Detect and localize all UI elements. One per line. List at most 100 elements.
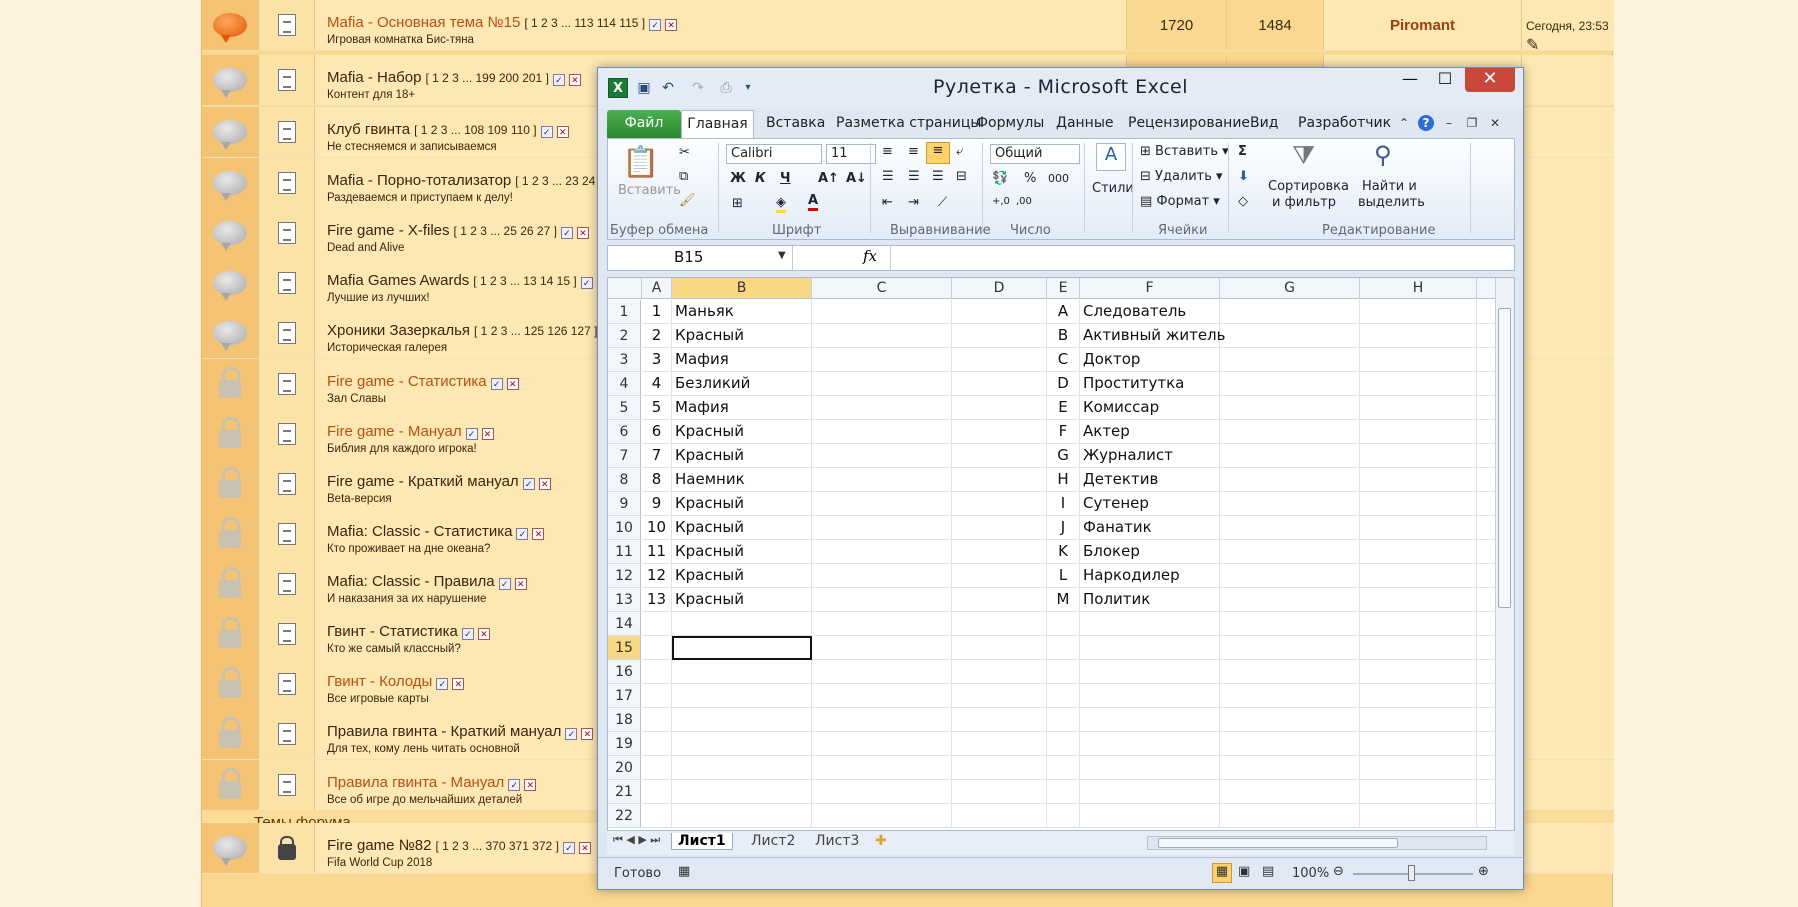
cell[interactable] [952, 468, 1047, 492]
row-header[interactable]: 14 [608, 612, 641, 636]
close-icon[interactable]: ✕ [524, 779, 537, 791]
cell[interactable] [1360, 420, 1477, 444]
number-format-combo[interactable]: Общий [990, 144, 1080, 164]
cell[interactable] [642, 684, 672, 708]
check-icon[interactable]: ✓ [465, 428, 478, 440]
cell[interactable] [1360, 660, 1477, 684]
cell[interactable] [1360, 756, 1477, 780]
cell[interactable] [812, 804, 952, 828]
topic-row[interactable]: Mafia - Основная тема №15 [ 1 2 3 ... 113… [202, 0, 1614, 91]
doc-minimize-button[interactable]: – [1441, 115, 1457, 131]
cell[interactable]: Красный [672, 324, 812, 348]
cell[interactable]: 10 [642, 516, 672, 540]
percent-button[interactable]: % [1024, 171, 1036, 186]
cell[interactable] [642, 612, 672, 636]
cell[interactable] [1360, 780, 1477, 804]
align-bottom-icon[interactable]: ≡ [926, 142, 950, 164]
check-icon[interactable]: ✓ [649, 19, 662, 31]
cell[interactable] [1360, 636, 1477, 660]
row-header[interactable]: 6 [608, 420, 641, 444]
topic-title-link[interactable]: Mafia - Порно-тотализатор [327, 172, 511, 189]
column-header-A[interactable]: A [642, 278, 672, 299]
cell[interactable] [1047, 684, 1080, 708]
page-layout-view-icon[interactable]: ▣ [1238, 864, 1250, 879]
tab-file[interactable]: Файл [607, 110, 681, 138]
name-box[interactable]: B15 [608, 246, 793, 270]
sheet-tab-3[interactable]: Лист3 [815, 833, 859, 849]
cell[interactable]: Наемник [672, 468, 812, 492]
cell[interactable]: Проститутка [1080, 372, 1220, 396]
cell[interactable] [952, 756, 1047, 780]
cell[interactable] [1080, 732, 1220, 756]
cell[interactable]: H [1047, 468, 1080, 492]
topic-title-link[interactable]: Fire game №82 [327, 837, 431, 854]
check-icon[interactable]: ✓ [540, 126, 553, 138]
cell[interactable] [1360, 588, 1477, 612]
close-button[interactable]: ✕ [1465, 68, 1515, 92]
cell[interactable] [1047, 804, 1080, 828]
cell[interactable] [1220, 372, 1360, 396]
row-header[interactable]: 11 [608, 540, 641, 564]
cell[interactable]: Мафия [672, 348, 812, 372]
cell[interactable] [812, 396, 952, 420]
cell[interactable] [672, 612, 812, 636]
check-icon[interactable]: ✓ [490, 378, 503, 390]
topic-pages[interactable]: [ 1 2 3 ... 125 126 127 ] [474, 324, 597, 338]
insert-sheet-icon[interactable]: ✚ [875, 833, 887, 849]
cell[interactable] [1080, 684, 1220, 708]
cell[interactable]: Блокер [1080, 540, 1220, 564]
find-select-icon[interactable]: ⚲ [1374, 141, 1392, 169]
sort-filter-label-2[interactable]: и фильтр [1272, 195, 1336, 210]
cell[interactable] [812, 636, 952, 660]
row-header[interactable]: 16 [608, 660, 641, 684]
row-header[interactable]: 7 [608, 444, 641, 468]
cell[interactable] [1047, 636, 1080, 660]
check-icon[interactable]: ✓ [436, 678, 449, 690]
cell[interactable] [812, 732, 952, 756]
cell[interactable]: 9 [642, 492, 672, 516]
topic-title-link[interactable]: Fire game - Мануал [327, 423, 462, 440]
cell[interactable]: K [1047, 540, 1080, 564]
topic-pages[interactable]: [ 1 2 3 ... 25 26 27 ] [454, 224, 557, 238]
cell[interactable]: Комиссар [1080, 396, 1220, 420]
cell[interactable] [1360, 708, 1477, 732]
cell[interactable]: Красный [672, 540, 812, 564]
cell[interactable]: 11 [642, 540, 672, 564]
cell[interactable] [1047, 732, 1080, 756]
close-icon[interactable]: ✕ [514, 578, 527, 590]
cell[interactable] [1220, 756, 1360, 780]
cell[interactable] [1360, 348, 1477, 372]
close-icon[interactable]: ✕ [477, 628, 490, 640]
zoom-slider-thumb[interactable] [1408, 865, 1415, 881]
minimize-button[interactable]: — [1395, 68, 1425, 92]
cell[interactable]: F [1047, 420, 1080, 444]
cell[interactable] [1360, 684, 1477, 708]
grow-font-icon[interactable]: A↑ [818, 171, 839, 186]
check-icon[interactable]: ✓ [516, 528, 529, 540]
close-icon[interactable]: ✕ [556, 126, 569, 138]
cell[interactable] [1220, 588, 1360, 612]
sheet-tab-2[interactable]: Лист2 [751, 833, 795, 849]
cell[interactable] [952, 660, 1047, 684]
cell[interactable]: 12 [642, 564, 672, 588]
cell[interactable] [952, 564, 1047, 588]
cell[interactable] [952, 420, 1047, 444]
cell[interactable] [1220, 636, 1360, 660]
cell[interactable]: Актер [1080, 420, 1220, 444]
format-painter-icon[interactable]: 🖌 [679, 193, 696, 208]
column-header-B[interactable]: B [672, 278, 812, 299]
cell[interactable] [1360, 612, 1477, 636]
cell[interactable] [1220, 396, 1360, 420]
clear-icon[interactable]: ◇ [1238, 194, 1248, 209]
cell[interactable] [952, 732, 1047, 756]
topic-title-link[interactable]: Mafia: Classic - Статистика [327, 523, 512, 540]
cell[interactable] [1220, 684, 1360, 708]
topic-title-link[interactable]: Хроники Зазеркалья [327, 322, 470, 339]
cell[interactable] [1360, 468, 1477, 492]
orientation-icon[interactable]: ⟋ [938, 195, 947, 210]
zoom-in-icon[interactable]: ⊕ [1478, 864, 1489, 879]
cell[interactable] [952, 804, 1047, 828]
cell[interactable] [1080, 636, 1220, 660]
cell[interactable] [812, 324, 952, 348]
row-header[interactable]: 8 [608, 468, 641, 492]
